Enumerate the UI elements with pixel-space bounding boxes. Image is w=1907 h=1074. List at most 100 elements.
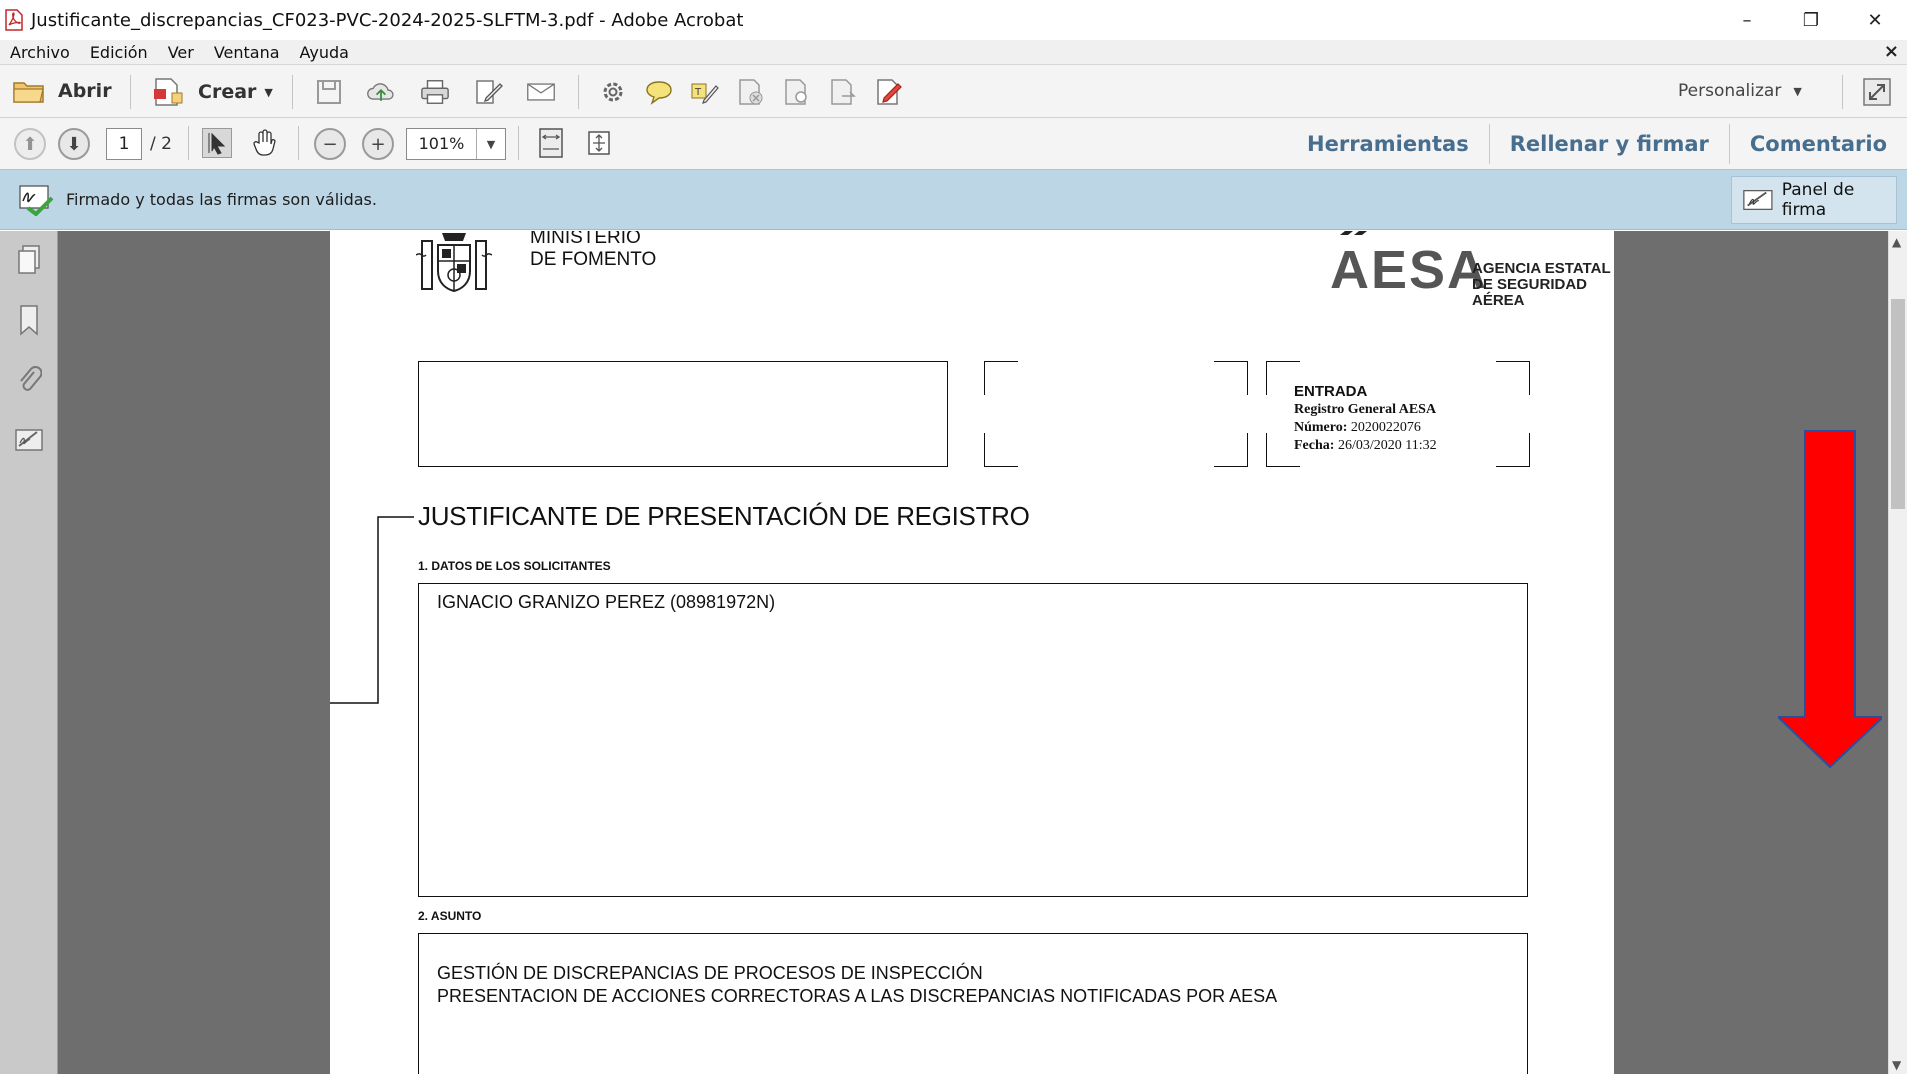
chevron-down-icon: ▼ — [264, 85, 273, 99]
compare-icon[interactable] — [828, 77, 858, 107]
subject-line-1: GESTIÓN DE DISCREPANCIAS DE PROCESOS DE … — [437, 963, 983, 983]
pdf-file-icon — [5, 9, 23, 31]
scroll-down-arrow-icon[interactable]: ▼ — [1892, 1058, 1901, 1072]
red-scroll-down-arrow — [1778, 430, 1882, 769]
signatures-icon[interactable] — [12, 423, 46, 457]
arrow-up-icon: ⬆ — [22, 133, 38, 155]
stamp-number-label: Número: — [1294, 420, 1348, 435]
create-label: Crear — [198, 81, 257, 103]
section-1-heading: 1. DATOS DE LOS SOLICITANTES — [418, 559, 611, 573]
stamp-registry: Registro General AESA — [1294, 402, 1437, 417]
protect-icon[interactable] — [782, 77, 812, 107]
chevron-down-icon[interactable]: ▼ — [477, 129, 505, 159]
next-page-button[interactable]: ⬇ — [58, 128, 90, 160]
save-icon[interactable] — [314, 77, 344, 107]
main-toolbar: Abrir Crear ▼ T Personalizar ▼ — [0, 64, 1907, 118]
signature-status-text: Firmado y todas las firmas son válidas. — [66, 190, 377, 209]
attachments-icon[interactable] — [12, 363, 46, 397]
ministry-name: MINISTERIO DE FOMENTO — [530, 231, 656, 271]
empty-stamp-frame — [984, 361, 1248, 467]
customize-label: Personalizar — [1678, 81, 1782, 101]
vertical-scrollbar[interactable]: ▲ ▼ — [1888, 231, 1907, 1074]
create-button[interactable]: Crear ▼ — [152, 77, 273, 107]
subject-box: GESTIÓN DE DISCREPANCIAS DE PROCESOS DE … — [418, 933, 1528, 1074]
pdf-page: MINISTERIO DE FOMENTO AESA AGENCIA ESTAT… — [330, 231, 1614, 1074]
scroll-up-arrow-icon[interactable]: ▲ — [1892, 235, 1901, 249]
title-bar: Justificante_discrepancias_CF023-PVC-202… — [0, 0, 1907, 40]
close-document-button[interactable]: × — [1884, 41, 1899, 62]
arrow-down-icon: ⬇ — [66, 133, 82, 155]
menu-ayuda[interactable]: Ayuda — [290, 43, 359, 62]
section-2-heading: 2. ASUNTO — [418, 909, 482, 923]
agency-line-1: AGENCIA ESTATAL — [1472, 260, 1611, 277]
zoom-value[interactable]: 101% — [407, 129, 477, 159]
fill-and-sign-link[interactable]: Rellenar y firmar — [1488, 124, 1729, 164]
left-navigation-panel — [0, 231, 58, 1074]
zoom-out-button[interactable]: − — [314, 128, 346, 160]
upload-cloud-icon[interactable] — [366, 77, 396, 107]
sender-box — [418, 361, 948, 467]
fit-width-icon[interactable] — [584, 128, 614, 158]
agency-name: AGENCIA ESTATAL DE SEGURIDAD AÉREA — [1472, 261, 1614, 309]
document-title: JUSTIFICANTE DE PRESENTACIÓN DE REGISTRO — [418, 501, 1030, 531]
comment-icon[interactable] — [644, 77, 674, 107]
page-thumbnails-icon[interactable] — [12, 243, 46, 277]
menu-bar: Archivo Edición Ver Ventana Ayuda × — [0, 40, 1907, 64]
stamp-heading: ENTRADA — [1294, 383, 1368, 400]
stamp-date-label: Fecha: — [1294, 438, 1335, 453]
page-number-input[interactable]: 1 — [106, 128, 142, 160]
redact-icon[interactable] — [736, 77, 766, 107]
menu-ver[interactable]: Ver — [158, 43, 204, 62]
stamp-date-value: 26/03/2020 11:32 — [1337, 438, 1437, 453]
menu-edicion[interactable]: Edición — [80, 43, 158, 62]
fit-page-icon[interactable] — [536, 128, 566, 158]
create-pdf-icon — [154, 78, 183, 106]
ministry-line-1: MINISTERIO — [530, 231, 641, 248]
scrollbar-thumb[interactable] — [1891, 299, 1905, 509]
highlight-text-icon[interactable]: T — [690, 77, 720, 107]
aesa-logo-text: AESA — [1330, 240, 1489, 300]
print-icon[interactable] — [420, 77, 450, 107]
hand-tool-icon[interactable] — [250, 128, 280, 158]
registry-stamp: ENTRADA Registro General AESA Número: 20… — [1266, 361, 1530, 467]
navigation-toolbar: ⬆ ⬇ 1 / 2 − + 101% ▼ Herramientas Rellen… — [0, 118, 1907, 170]
fill-sign-icon[interactable] — [874, 77, 904, 107]
open-label: Abrir — [58, 80, 112, 102]
signature-valid-icon — [19, 185, 54, 216]
window-title: Justificante_discrepancias_CF023-PVC-202… — [31, 9, 744, 31]
minimize-button[interactable]: – — [1715, 0, 1779, 40]
tools-link[interactable]: Herramientas — [1287, 124, 1489, 164]
select-tool-icon[interactable] — [202, 128, 232, 158]
menu-ventana[interactable]: Ventana — [204, 43, 290, 62]
restore-button[interactable]: ❐ — [1779, 0, 1843, 40]
ministry-line-2: DE FOMENTO — [530, 249, 657, 270]
menu-archivo[interactable]: Archivo — [0, 43, 80, 62]
chevron-down-icon: ▼ — [1793, 84, 1802, 98]
zoom-in-button[interactable]: + — [362, 128, 394, 160]
open-button[interactable]: Abrir — [12, 77, 112, 105]
minus-icon: − — [322, 133, 338, 155]
edit-pdf-icon[interactable] — [474, 77, 504, 107]
signature-status-bar: Firmado y todas las firmas son válidas. … — [0, 170, 1907, 230]
comment-link[interactable]: Comentario — [1728, 124, 1907, 164]
applicant-name: IGNACIO GRANIZO PEREZ (08981972N) — [437, 592, 776, 612]
svg-text:T: T — [694, 87, 702, 98]
signature-panel-button[interactable]: Panel de firma — [1731, 176, 1897, 224]
title-bracket-line — [330, 516, 414, 704]
close-window-button[interactable]: ✕ — [1843, 0, 1907, 40]
bookmarks-icon[interactable] — [12, 303, 46, 337]
previous-page-button[interactable]: ⬆ — [14, 128, 46, 160]
zoom-select[interactable]: 101% ▼ — [406, 128, 506, 160]
applicants-box: IGNACIO GRANIZO PEREZ (08981972N) — [418, 583, 1528, 897]
coat-of-arms-logo — [416, 233, 492, 293]
signature-panel-icon — [1743, 190, 1773, 210]
subject-line-2: PRESENTACION DE ACCIONES CORRECTORAS A L… — [437, 986, 1278, 1006]
document-view[interactable]: MINISTERIO DE FOMENTO AESA AGENCIA ESTAT… — [58, 231, 1888, 1074]
agency-line-2: DE SEGURIDAD AÉREA — [1472, 276, 1588, 309]
email-icon[interactable] — [526, 77, 556, 107]
stamp-number-value: 2020022076 — [1350, 420, 1421, 435]
settings-gear-icon[interactable] — [598, 77, 628, 107]
customize-dropdown[interactable]: Personalizar ▼ — [1678, 81, 1802, 101]
page-total: / 2 — [150, 134, 172, 154]
fullscreen-icon[interactable] — [1862, 77, 1892, 107]
